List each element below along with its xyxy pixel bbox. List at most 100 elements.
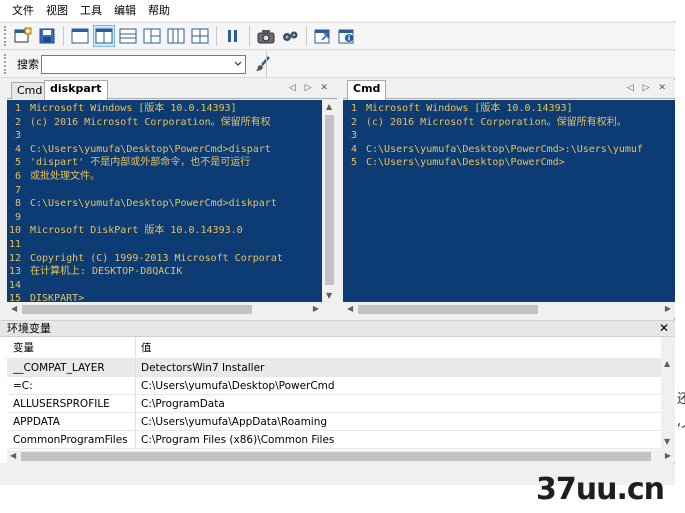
layout-grid-icon[interactable]: [189, 25, 211, 47]
edge-text: ‘个: [677, 422, 685, 437]
console-line: 12 Copyright (C) 1999-2013 Microsoft Corp…: [7, 252, 283, 266]
menu-help[interactable]: 帮助: [142, 0, 176, 21]
column-divider: [135, 395, 136, 412]
console-line: 3: [343, 129, 366, 143]
scroll-left-icon[interactable]: ◀: [10, 451, 16, 460]
table-row[interactable]: CommonProgramFiles C:\Program Files (x86…: [7, 431, 661, 449]
column-header-value[interactable]: 值: [141, 337, 152, 359]
console-text: 在计算机上: DESKTOP-D8QACIK: [30, 266, 183, 278]
env-var-name: =C:: [13, 380, 33, 392]
save-icon[interactable]: [36, 25, 58, 47]
toolbar-grip[interactable]: [4, 26, 7, 46]
column-header-variable[interactable]: 变量: [13, 337, 135, 359]
export-icon[interactable]: [312, 25, 334, 47]
close-icon[interactable]: ✕: [659, 321, 669, 336]
layout-single-icon[interactable]: [69, 25, 91, 47]
layout-hsplit-icon[interactable]: [117, 25, 139, 47]
env-var-name: CommonProgramFiles: [13, 434, 128, 446]
line-number: 3: [350, 130, 357, 142]
search-label: 搜索: [17, 58, 39, 71]
scroll-right-icon[interactable]: ▶: [313, 304, 319, 313]
scroll-up-icon[interactable]: ▲: [326, 102, 332, 111]
table-row[interactable]: ALLUSERSPROFILE C:\ProgramData: [7, 395, 661, 413]
search-input[interactable]: [41, 54, 246, 74]
searchbar-separator: [266, 51, 267, 78]
tab-nav-icons[interactable]: ◁ ▷ ✕: [289, 83, 331, 93]
line-number: 15: [8, 293, 21, 302]
scroll-thumb[interactable]: [358, 305, 538, 314]
search-bar: 搜索: [0, 51, 675, 78]
tab-cmd-right[interactable]: Cmd: [347, 80, 387, 100]
line-number: 12: [8, 252, 21, 264]
column-divider: [135, 413, 136, 430]
line-number: 10: [8, 225, 21, 237]
scroll-right-icon[interactable]: ▶: [665, 304, 671, 313]
new-console-icon[interactable]: [12, 25, 34, 47]
console-text: 或批处理文件。: [30, 171, 100, 182]
env-scrollbar-vertical[interactable]: ▲ ▼: [661, 337, 675, 450]
settings-icon[interactable]: [279, 25, 301, 47]
menu-tools[interactable]: 工具: [74, 0, 108, 21]
console-text: (c) 2016 Microsoft Corporation。保留所有权: [30, 116, 271, 128]
clear-brush-icon[interactable]: [252, 53, 274, 75]
env-table: 变量 值 __COMPAT_LAYER DetectorsWin7 Instal…: [7, 337, 661, 449]
console-line: 1 Microsoft Windows [版本 10.0.14393]: [7, 102, 237, 116]
toolbar-separator: [306, 26, 307, 46]
console-text: 'dispart' 不是内部或外部命令，也不是可运行: [30, 157, 251, 169]
powercmd-window: 文件 视图 工具 编辑 帮助 搜索 Cmd diskpart ◁ ▷ ✕ 1 M…: [0, 0, 675, 485]
line-number: 1: [350, 103, 357, 114]
pause-icon[interactable]: [222, 25, 244, 47]
scroll-up-icon[interactable]: ▲: [664, 359, 670, 368]
menu-file[interactable]: 文件: [6, 0, 40, 21]
column-divider: [135, 431, 136, 448]
console-line: 15 DISKPART>: [7, 292, 84, 302]
table-row[interactable]: __COMPAT_LAYER DetectorsWin7 Installer: [7, 359, 661, 377]
scroll-thumb[interactable]: [325, 115, 334, 285]
scroll-left-icon[interactable]: ◀: [11, 304, 17, 313]
scrollbar-horizontal-right[interactable]: ◀ ▶: [343, 302, 675, 317]
line-number: 8: [14, 198, 21, 210]
layout-three-icon[interactable]: [141, 25, 163, 47]
scroll-right-icon[interactable]: ▶: [665, 451, 671, 460]
chevron-down-icon[interactable]: [231, 56, 245, 73]
layout-vsplit-icon[interactable]: [93, 25, 115, 47]
menu-bar: 文件 视图 工具 编辑 帮助: [0, 0, 675, 21]
tab-cmd[interactable]: Cmd: [11, 82, 49, 99]
layout-four-icon[interactable]: [165, 25, 187, 47]
scroll-down-icon[interactable]: ▼: [664, 437, 670, 446]
env-var-value: DetectorsWin7 Installer: [141, 362, 265, 374]
menu-edit[interactable]: 编辑: [108, 0, 142, 21]
console-text: Microsoft Windows [版本 10.0.14393]: [366, 103, 573, 114]
env-scrollbar-horizontal[interactable]: ◀ ▶: [7, 450, 675, 463]
scrollbar-vertical-left[interactable]: ▲ ▼: [322, 100, 337, 302]
env-var-name: ALLUSERSPROFILE: [13, 398, 110, 410]
scroll-left-icon[interactable]: ◀: [347, 304, 353, 313]
scroll-thumb[interactable]: [22, 305, 252, 314]
tab-nav-icons[interactable]: ◁ ▷ ✕: [627, 83, 669, 93]
scroll-down-icon[interactable]: ▼: [326, 291, 332, 300]
scroll-thumb[interactable]: [21, 452, 651, 461]
line-number: 5: [350, 157, 357, 169]
console-line: 4 C:\Users\yumufa\Desktop\PowerCmd>:\User…: [343, 143, 643, 157]
column-divider[interactable]: [135, 337, 136, 358]
console-output-right[interactable]: 1 Microsoft Windows [版本 10.0.14393] 2 (c) 2…: [343, 100, 675, 302]
tab-diskpart[interactable]: diskpart: [44, 80, 108, 100]
table-row[interactable]: =C: C:\Users\yumufa\Desktop\PowerCmd: [7, 377, 661, 395]
searchbar-grip[interactable]: [4, 54, 7, 74]
screenshot-icon[interactable]: [255, 25, 277, 47]
column-divider: [135, 359, 136, 376]
tab-strip-left: Cmd diskpart ◁ ▷ ✕: [7, 80, 337, 100]
about-icon[interactable]: [336, 25, 358, 47]
line-number: 1: [14, 103, 21, 114]
line-number: 9: [14, 211, 21, 223]
line-number: 5: [14, 157, 21, 169]
console-output-left[interactable]: 1 Microsoft Windows [版本 10.0.14393] 2 (c) 2…: [7, 100, 337, 302]
edge-text: 还: [677, 392, 685, 407]
menu-view[interactable]: 视图: [40, 0, 74, 21]
env-var-name: __COMPAT_LAYER: [13, 362, 105, 374]
scrollbar-horizontal-left[interactable]: ◀ ▶: [7, 302, 337, 317]
console-text: C:\Users\yumufa\Desktop\PowerCmd>:\Users…: [366, 143, 643, 155]
toolbar-separator: [63, 26, 64, 46]
table-row[interactable]: APPDATA C:\Users\yumufa\AppData\Roaming: [7, 413, 661, 431]
console-line: 5 C:\Users\yumufa\Desktop\PowerCmd>: [343, 156, 565, 170]
